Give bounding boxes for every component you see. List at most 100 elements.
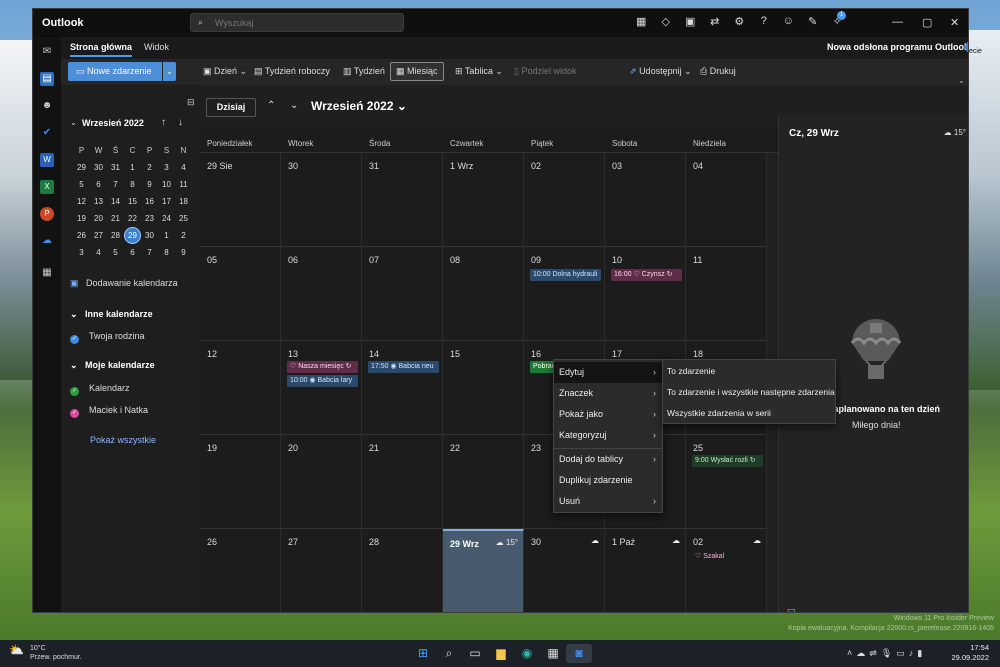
person-icon[interactable]: ☺ <box>776 15 801 31</box>
mini-day[interactable]: 27 <box>90 227 107 244</box>
usb-icon[interactable]: ⇌ <box>869 648 881 658</box>
mini-day[interactable]: 6 <box>90 176 107 193</box>
mini-day[interactable]: 18 <box>175 193 192 210</box>
mini-day[interactable]: 4 <box>175 159 192 176</box>
diamond-icon[interactable]: ◇ <box>654 15 679 31</box>
next-month-icon[interactable]: ⌄ <box>290 100 298 111</box>
calendar-item-family[interactable]: ✓ Twoja rodzina <box>70 331 145 344</box>
task-view-icon[interactable]: ▭ <box>462 644 488 663</box>
mini-day[interactable]: 3 <box>158 159 175 176</box>
calendar-day-cell[interactable]: 12 <box>200 341 281 435</box>
more-apps-icon[interactable]: ▦ <box>40 266 54 280</box>
outlook-task-icon[interactable]: ◙ <box>566 644 592 663</box>
split-view-button[interactable]: ▯ Podziel widok <box>509 62 582 81</box>
day-view-button[interactable]: ▣ Dzień ⌄ <box>198 62 252 81</box>
battery-icon[interactable]: ▮ <box>917 648 926 658</box>
mini-day[interactable]: 7 <box>107 176 124 193</box>
mini-day[interactable]: 7 <box>141 244 158 261</box>
submenu-item-this-event[interactable]: To zdarzenie <box>663 361 835 382</box>
menu-item-duplicate[interactable]: Duplikuj zdarzenie <box>554 470 662 491</box>
prev-month-icon[interactable]: ⌃ <box>267 100 275 111</box>
calendar-event[interactable]: 9:00 Wysłać rozli ↻ <box>692 455 763 467</box>
todo-icon[interactable]: ✔ <box>40 126 54 140</box>
calendar-day-cell[interactable]: 10 16:00 ♡ Czynsz ↻ <box>605 247 686 341</box>
tab-view[interactable]: Widok <box>144 42 169 52</box>
print-button[interactable]: ⎙ Drukuj <box>695 62 741 81</box>
start-icon[interactable]: ⊞ <box>410 644 436 663</box>
mini-next-icon[interactable]: ↓ <box>178 117 183 128</box>
volume-icon[interactable]: ♪ <box>909 648 918 658</box>
calendar-day-cell[interactable]: 22 <box>443 435 524 529</box>
mini-day[interactable]: 30 <box>90 159 107 176</box>
network-icon[interactable]: ▭ <box>896 648 909 658</box>
mini-day[interactable]: 17 <box>158 193 175 210</box>
mini-day[interactable]: 10 <box>158 176 175 193</box>
mini-day[interactable]: 8 <box>158 244 175 261</box>
calendar-day-cell[interactable]: 31 <box>362 153 443 247</box>
cloud-tray-icon[interactable]: ☁ <box>856 648 869 658</box>
calendar-day-cell[interactable]: 04 <box>686 153 767 247</box>
mini-day[interactable]: 21 <box>107 210 124 227</box>
mini-day[interactable]: 5 <box>73 176 90 193</box>
store-icon[interactable]: ▦ <box>540 644 566 663</box>
calendar-event[interactable]: 17:50 ◉ Babcia neu <box>368 361 439 373</box>
mini-day[interactable]: 6 <box>124 244 141 261</box>
feedback-icon[interactable]: ✎ <box>801 15 826 31</box>
menu-item-delete[interactable]: Usuń › <box>554 491 662 512</box>
calendar-day-cell[interactable]: 05 <box>200 247 281 341</box>
menu-item-add-to-board[interactable]: Dodaj do tablicy › <box>554 449 662 470</box>
ribbon-collapse-icon[interactable]: ⌄ <box>958 76 965 85</box>
mini-collapse-icon[interactable]: ⌄ <box>70 118 77 127</box>
mini-day[interactable]: 8 <box>124 176 141 193</box>
menu-item-categorize[interactable]: Kategoryzuj › <box>554 425 662 446</box>
board-button[interactable]: ⊞ Tablica ⌄ <box>450 62 508 81</box>
mini-prev-icon[interactable]: ↑ <box>161 117 166 128</box>
new-event-button[interactable]: ▭ Nowe zdarzenie <box>68 62 162 81</box>
minimize-icon[interactable]: — <box>892 16 903 28</box>
calendar-day-cell[interactable]: 20 <box>281 435 362 529</box>
maximize-icon[interactable]: ▢ <box>922 16 932 29</box>
calendar-day-cell[interactable]: 13 ♡ Nasza miesięc ↻ 10:00 ◉ Babcia lary <box>281 341 362 435</box>
people-icon[interactable]: ☻ <box>40 99 54 113</box>
mini-day[interactable]: 29 <box>124 227 141 244</box>
calendar-event[interactable]: ♡ Szakal <box>692 551 763 563</box>
file-explorer-icon[interactable]: ▆ <box>488 644 514 663</box>
calendar-day-cell[interactable]: 09 10:00 Dolna hydrauli <box>524 247 605 341</box>
tab-home[interactable]: Strona główna <box>70 42 133 57</box>
calendar-icon[interactable]: ▤ <box>40 72 54 86</box>
mini-day[interactable]: 14 <box>107 193 124 210</box>
week-button[interactable]: ▥ Tydzień <box>338 62 390 81</box>
mini-day[interactable]: 11 <box>175 176 192 193</box>
collapse-sidebar-icon[interactable]: ⊟ <box>187 97 195 108</box>
mini-day[interactable]: 29 <box>73 159 90 176</box>
help-icon[interactable]: ? <box>752 15 777 31</box>
show-all-link[interactable]: Pokaż wszystkie <box>90 435 156 445</box>
calendar-day-cell[interactable]: 02 ☁ ♡ Szakal <box>686 529 767 612</box>
calendar-event[interactable]: 10:00 Dolna hydrauli <box>530 269 601 281</box>
submenu-item-this-and-following[interactable]: To zdarzenie i wszystkie następne zdarze… <box>663 382 835 403</box>
mini-day[interactable]: 1 <box>158 227 175 244</box>
calendar-day-cell[interactable]: 14 17:50 ◉ Babcia neu <box>362 341 443 435</box>
mini-day[interactable]: 9 <box>175 244 192 261</box>
calendar-day-cell[interactable]: 25 9:00 Wysłać rozli ↻ <box>686 435 767 529</box>
month-button[interactable]: ▦ Miesiąc <box>390 62 444 81</box>
calendar-day-cell[interactable]: 30 ☁ <box>524 529 605 612</box>
calendar-day-cell[interactable]: 11 <box>686 247 767 341</box>
other-calendars-header[interactable]: ⌄ Inne kalendarze <box>70 309 153 320</box>
mini-day[interactable]: 31 <box>107 159 124 176</box>
mini-day[interactable]: 23 <box>141 210 158 227</box>
menu-item-flag[interactable]: Znaczek › <box>554 383 662 404</box>
mini-day[interactable]: 28 <box>107 227 124 244</box>
mini-day[interactable]: 19 <box>73 210 90 227</box>
calendar-event[interactable]: ♡ Nasza miesięc ↻ <box>287 361 358 373</box>
calendar-day-cell[interactable]: 02 <box>524 153 605 247</box>
gear-icon[interactable]: ⚙ <box>727 15 752 31</box>
calendar-day-cell[interactable]: 08 <box>443 247 524 341</box>
calendar-day-cell[interactable]: 19 <box>200 435 281 529</box>
apps-grid-icon[interactable]: ▦ <box>629 15 654 31</box>
calendar-day-cell[interactable]: 29 Wrz ☁ 15° <box>443 529 524 612</box>
calendar-day-cell[interactable]: 03 <box>605 153 686 247</box>
mini-day[interactable]: 9 <box>141 176 158 193</box>
calendar-day-cell[interactable]: 06 <box>281 247 362 341</box>
mini-day[interactable]: 12 <box>73 193 90 210</box>
